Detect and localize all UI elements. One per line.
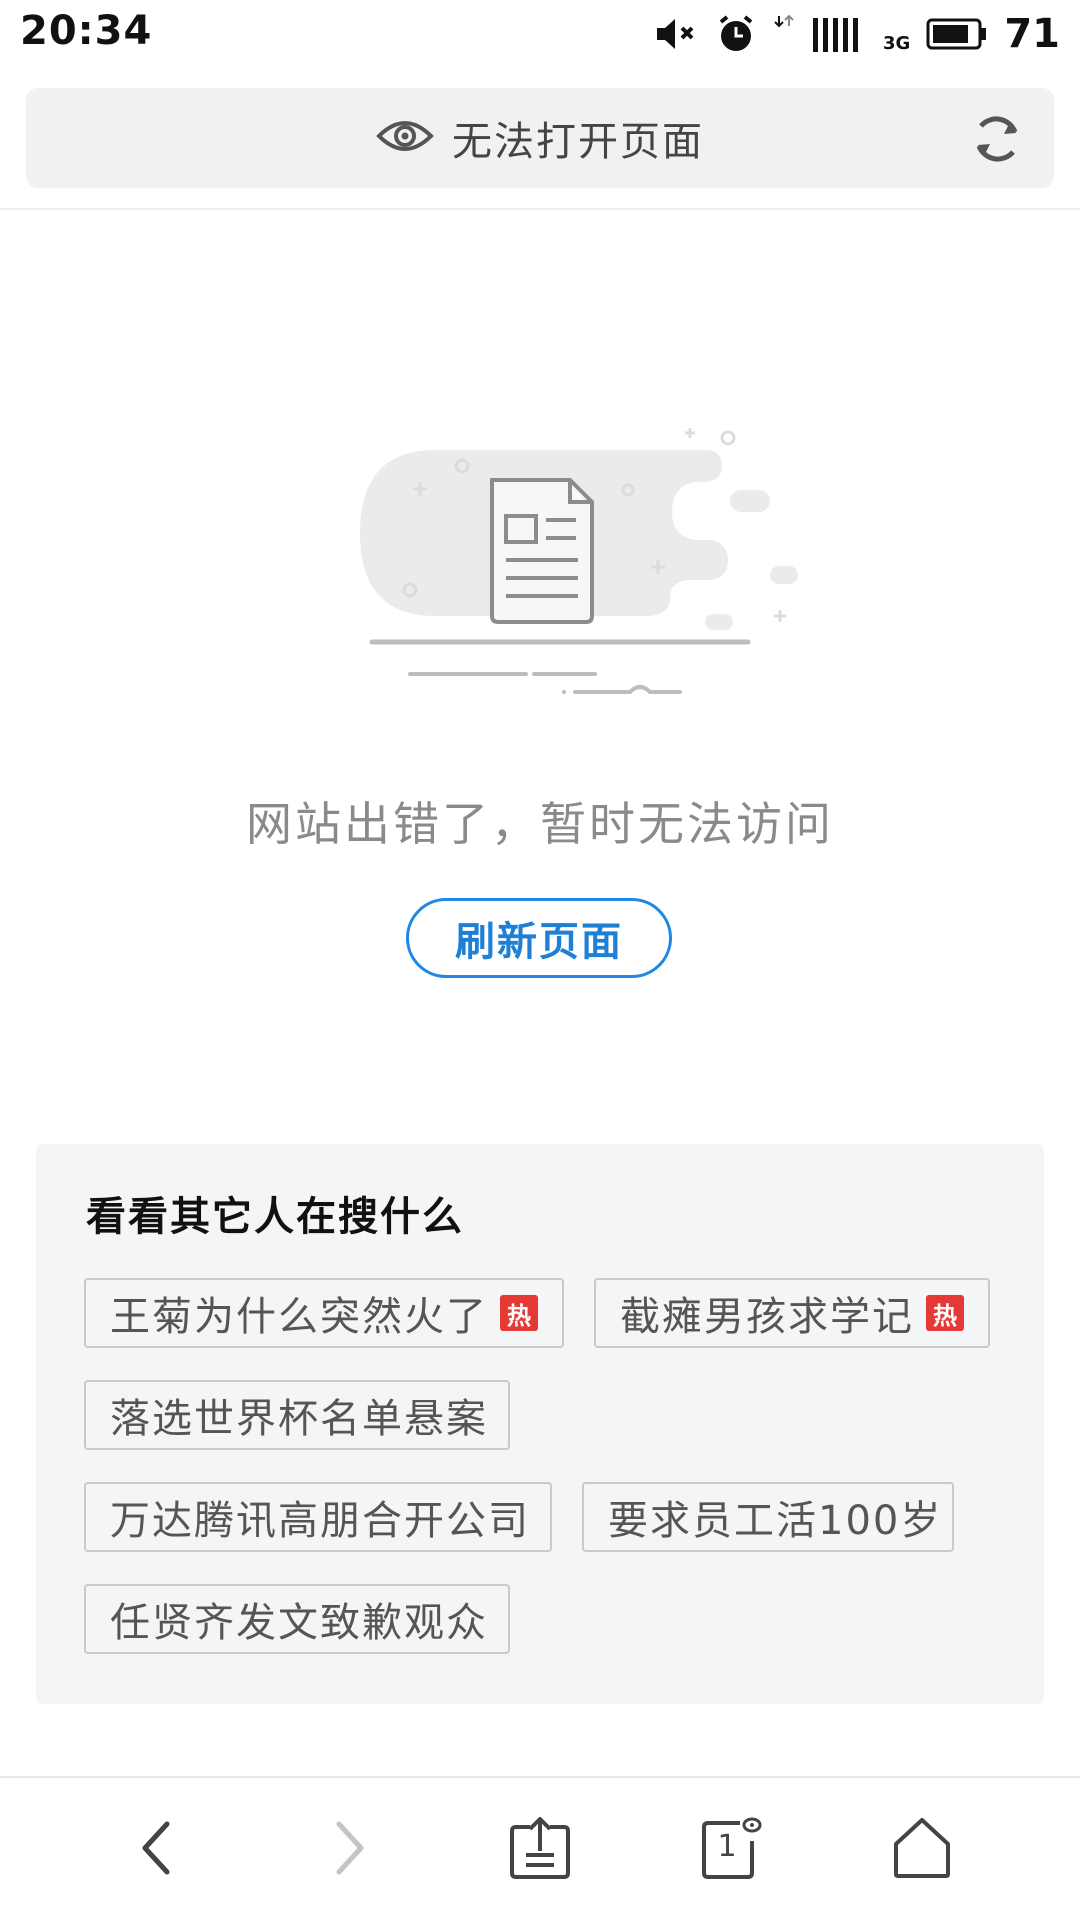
forward-icon xyxy=(336,1821,364,1875)
home-icon xyxy=(894,1818,950,1878)
hot-badge: 热 xyxy=(500,1295,538,1331)
trending-tag[interactable]: 任贤齐发文致歉观众 xyxy=(84,1584,510,1654)
trending-tag-label: 任贤齐发文致歉观众 xyxy=(110,1600,488,1646)
mute-icon xyxy=(655,14,699,54)
trending-tag-label: 要求员工活100岁 xyxy=(608,1498,943,1544)
page-title: 无法打开页面 xyxy=(452,119,704,165)
share-icon xyxy=(510,1817,570,1879)
bottom-nav: 1 xyxy=(0,1778,1080,1920)
refresh-page-button[interactable]: 刷新页面 xyxy=(406,898,672,978)
back-icon xyxy=(142,1821,170,1875)
error-message: 网站出错了，暂时无法访问 xyxy=(246,797,834,851)
trending-tag[interactable]: 王菊为什么突然火了 热 xyxy=(84,1278,564,1348)
trending-tag-label: 王菊为什么突然火了 xyxy=(110,1294,488,1340)
reload-button[interactable] xyxy=(970,112,1024,166)
signal-icon xyxy=(811,14,867,54)
trending-tag[interactable]: 落选世界杯名单悬案 xyxy=(84,1380,510,1450)
network-type: 3G xyxy=(883,32,911,54)
page-error-illustration xyxy=(350,420,810,710)
hot-badge: 热 xyxy=(926,1295,964,1331)
header-divider xyxy=(0,208,1080,210)
tab-count: 1 xyxy=(717,1829,737,1864)
address-title-group: 无法打开页面 xyxy=(26,88,1054,188)
battery-level: 71 xyxy=(1004,11,1060,57)
trending-tag[interactable]: 万达腾讯高朋合开公司 xyxy=(84,1482,552,1552)
trending-title: 看看其它人在搜什么 xyxy=(86,1194,464,1240)
trending-tag-label: 落选世界杯名单悬案 xyxy=(110,1396,488,1442)
tabs-button[interactable]: 1 xyxy=(692,1808,772,1888)
reload-icon xyxy=(976,116,1018,162)
battery-icon xyxy=(926,17,988,51)
eye-icon xyxy=(376,116,434,160)
alarm-icon xyxy=(715,13,757,55)
status-time: 20:34 xyxy=(20,8,153,54)
forward-button[interactable] xyxy=(310,1808,390,1888)
trending-tag-label: 截瘫男孩求学记 xyxy=(620,1294,914,1340)
trending-tag[interactable]: 截瘫男孩求学记 热 xyxy=(594,1278,990,1348)
share-button[interactable] xyxy=(500,1808,580,1888)
data-transfer-icon xyxy=(773,14,795,54)
trending-tag[interactable]: 要求员工活100岁 xyxy=(582,1482,954,1552)
back-button[interactable] xyxy=(116,1808,196,1888)
status-bar: 20:34 3G 71 xyxy=(0,0,1080,68)
trending-panel: 看看其它人在搜什么 王菊为什么突然火了 热 截瘫男孩求学记 热 落选世界杯名单悬… xyxy=(36,1144,1044,1704)
address-bar[interactable]: 无法打开页面 xyxy=(26,88,1054,188)
trending-tag-label: 万达腾讯高朋合开公司 xyxy=(110,1498,530,1544)
status-icons: 3G 71 xyxy=(655,8,1060,60)
home-button[interactable] xyxy=(882,1808,962,1888)
